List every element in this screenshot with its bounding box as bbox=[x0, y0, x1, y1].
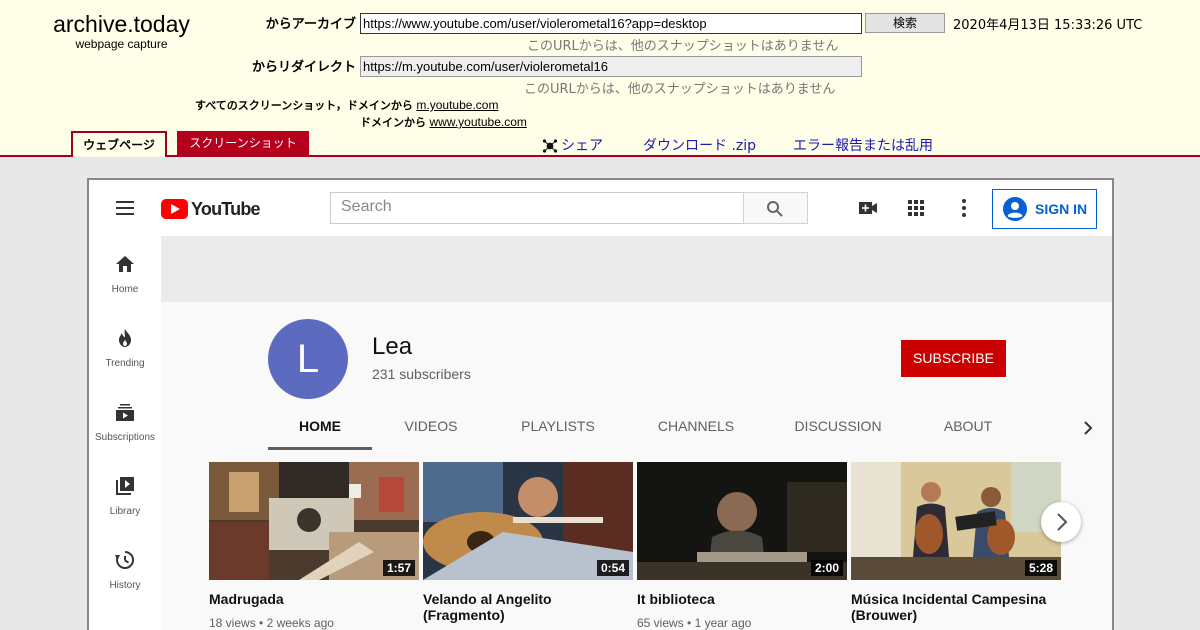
download-zip-link[interactable]: ダウンロード .zip bbox=[643, 135, 756, 155]
subscriptions-icon bbox=[116, 404, 134, 421]
domain-line: ドメインから www.youtube.com bbox=[360, 114, 527, 130]
video-title[interactable]: Música Incidental Campesina (Brouwer) bbox=[851, 591, 1061, 623]
yt-masthead: YouTube Search SIGN IN bbox=[89, 180, 1112, 236]
hamburger-menu-icon[interactable] bbox=[115, 200, 135, 216]
domain-prefix: ドメインから bbox=[360, 116, 426, 129]
video-shelf: 1:57 Madrugada 18 views • 2 weeks ago 0:… bbox=[161, 450, 1112, 630]
channel-banner bbox=[161, 236, 1112, 302]
brand-title: archive.today bbox=[53, 11, 190, 37]
brand-subtitle: webpage capture bbox=[75, 37, 168, 51]
tab-webpage[interactable]: ウェブページ bbox=[71, 131, 167, 157]
video-metadata: 18 views • 2 weeks ago bbox=[209, 616, 419, 630]
sidebar-label-library: Library bbox=[109, 506, 141, 517]
sidebar-item-home[interactable]: Home bbox=[89, 236, 161, 310]
all-screenshots-line: すべてのスクリーンショット，ドメインから m.youtube.com bbox=[195, 97, 498, 113]
channel-name: Lea bbox=[372, 333, 413, 360]
report-abuse-link[interactable]: エラー報告または乱用 bbox=[793, 135, 933, 155]
history-icon bbox=[115, 551, 134, 569]
archive-brand[interactable]: archive.today webpage capture bbox=[50, 11, 193, 51]
youtube-logo[interactable]: YouTube bbox=[161, 199, 261, 219]
tab-home[interactable]: HOME bbox=[268, 406, 372, 450]
search-button[interactable]: 検索 bbox=[865, 13, 945, 33]
tab-about[interactable]: ABOUT bbox=[923, 406, 1013, 450]
youtube-logo-text: YouTube bbox=[191, 199, 261, 219]
channel-avatar[interactable]: L bbox=[268, 319, 348, 399]
capture-timestamp[interactable]: 2020年4月13日 15:33:26 UTC bbox=[953, 14, 1142, 33]
search-input[interactable]: Search bbox=[330, 192, 744, 224]
sign-in-label: SIGN IN bbox=[1035, 201, 1088, 217]
video-age: 2 weeks ago bbox=[266, 616, 334, 630]
account-circle-icon bbox=[1003, 197, 1027, 221]
archive-from-label: からアーカイブ bbox=[265, 17, 356, 32]
subscriber-count: 231 subscribers bbox=[372, 366, 471, 382]
sidebar-label-subscriptions: Subscriptions bbox=[94, 432, 156, 443]
archive-url-input[interactable]: https://www.youtube.com/user/violerometa… bbox=[360, 13, 862, 34]
share-link[interactable]: シェア bbox=[561, 135, 603, 155]
video-title[interactable]: It biblioteca bbox=[637, 591, 847, 607]
sidebar-item-history[interactable]: History bbox=[89, 532, 161, 606]
video-age: 1 year ago bbox=[694, 616, 752, 630]
chevron-right-icon bbox=[1057, 513, 1068, 531]
video-thumbnail[interactable]: 5:28 bbox=[851, 462, 1061, 580]
more-options-icon[interactable] bbox=[952, 196, 976, 220]
video-title[interactable]: Velando al Angelito (Fragmento) bbox=[423, 591, 633, 623]
tab-channels[interactable]: CHANNELS bbox=[638, 406, 754, 450]
subscribe-button[interactable]: SUBSCRIBE bbox=[901, 340, 1006, 377]
redirect-url-field[interactable]: https://m.youtube.com/user/violerometal1… bbox=[360, 56, 862, 77]
create-video-icon[interactable] bbox=[856, 196, 880, 220]
tab-videos[interactable]: VIDEOS bbox=[380, 406, 482, 450]
flame-icon bbox=[119, 329, 131, 347]
sidebar-label-home: Home bbox=[111, 284, 139, 295]
shelf-next-button[interactable] bbox=[1041, 502, 1081, 542]
meta-separator: • bbox=[687, 616, 695, 630]
tab-screenshot[interactable]: スクリーンショット bbox=[177, 131, 309, 155]
video-thumbnail[interactable]: 0:54 bbox=[423, 462, 633, 580]
tabs-next-chevron-icon[interactable] bbox=[1076, 416, 1100, 440]
all-screenshots-prefix: すべてのスクリーンショット，ドメインから bbox=[195, 99, 413, 112]
sidebar-item-subscriptions[interactable]: Subscriptions bbox=[89, 384, 161, 458]
video-duration: 1:57 bbox=[382, 560, 415, 576]
search-submit-button[interactable] bbox=[743, 192, 808, 224]
video-duration: 0:54 bbox=[596, 560, 629, 576]
domain-link-mobile[interactable]: m.youtube.com bbox=[416, 98, 498, 112]
sidebar-label-history: History bbox=[109, 580, 141, 591]
no-snapshots-note-redirect: このURLからは、他のスナップショットはありません bbox=[524, 82, 836, 97]
sign-in-button[interactable]: SIGN IN bbox=[992, 189, 1097, 229]
no-snapshots-note: このURLからは、他のスナップショットはありません bbox=[527, 39, 839, 54]
sidebar-item-library[interactable]: Library bbox=[89, 458, 161, 532]
tab-discussion[interactable]: DISCUSSION bbox=[774, 406, 902, 450]
video-title[interactable]: Madrugada bbox=[209, 591, 419, 607]
share-icon[interactable] bbox=[542, 138, 558, 154]
tab-playlists[interactable]: PLAYLISTS bbox=[500, 406, 616, 450]
video-duration: 5:28 bbox=[1024, 560, 1057, 576]
channel-tabs: HOME VIDEOS PLAYLISTS CHANNELS DISCUSSIO… bbox=[268, 406, 1108, 450]
sidebar-label-trending: Trending bbox=[105, 358, 145, 369]
meta-separator: • bbox=[259, 616, 267, 630]
video-metadata: 65 views • 1 year ago bbox=[637, 616, 847, 630]
video-thumbnail[interactable]: 2:00 bbox=[637, 462, 847, 580]
redirect-label: からリダイレクト bbox=[251, 60, 356, 75]
archive-header: archive.today webpage capture からアーカイブ ht… bbox=[0, 0, 1200, 157]
channel-header: L Lea 231 subscribers SUBSCRIBE HOME VID… bbox=[161, 302, 1112, 450]
sidebar-item-trending[interactable]: Trending bbox=[89, 310, 161, 384]
apps-grid-icon[interactable] bbox=[904, 196, 928, 220]
video-views: 18 views bbox=[209, 616, 256, 630]
domain-link-www[interactable]: www.youtube.com bbox=[430, 115, 527, 129]
magnifier-icon bbox=[766, 200, 784, 222]
home-icon bbox=[116, 256, 134, 272]
archived-page-frame: YouTube Search SIGN IN Home Trending Sub… bbox=[87, 178, 1114, 630]
youtube-play-icon bbox=[161, 199, 188, 219]
library-icon bbox=[116, 477, 134, 495]
video-thumbnail[interactable]: 1:57 bbox=[209, 462, 419, 580]
video-views: 65 views bbox=[637, 616, 684, 630]
video-duration: 2:00 bbox=[810, 560, 843, 576]
guide-sidebar: Home Trending Subscriptions Library Hist… bbox=[89, 236, 161, 630]
